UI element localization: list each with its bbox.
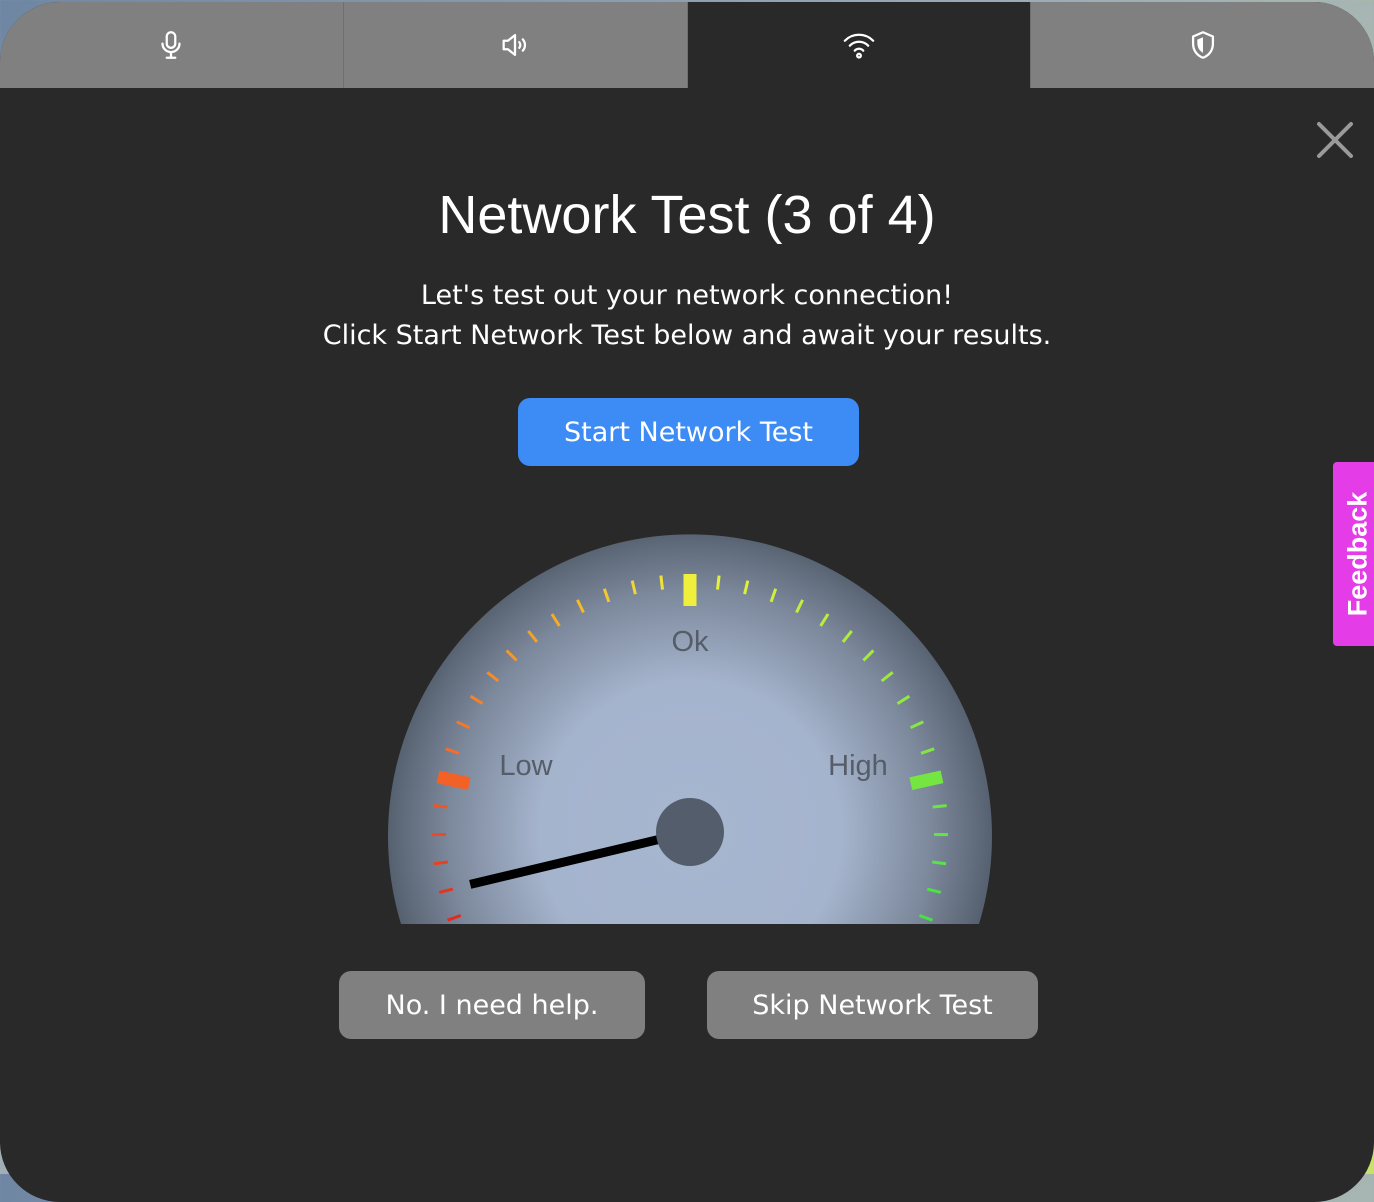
- gauge-tick: [433, 806, 447, 807]
- wifi-icon: [842, 28, 876, 62]
- gauge-label-high: High: [828, 750, 888, 782]
- feedback-label: Feedback: [1343, 492, 1374, 617]
- gauge-major-tick: [911, 777, 942, 784]
- gauge-hub: [656, 798, 724, 866]
- gauge-tick: [661, 576, 663, 590]
- dialog-title: Network Test (3 of 4): [0, 184, 1374, 246]
- speaker-icon: [498, 28, 532, 62]
- gauge-tick: [718, 576, 720, 590]
- gauge-tick: [933, 806, 947, 807]
- feedback-tab[interactable]: Feedback: [1333, 462, 1374, 646]
- gauge-tick: [932, 862, 946, 864]
- setup-steps-tabbar: [0, 2, 1374, 88]
- gauge-major-tick: [438, 777, 469, 784]
- skip-network-test-button[interactable]: Skip Network Test: [707, 971, 1038, 1039]
- start-network-test-button[interactable]: Start Network Test: [518, 398, 859, 466]
- tab-network[interactable]: [688, 2, 1032, 88]
- dialog-description-line2: Click Start Network Test below and await…: [0, 320, 1374, 351]
- shield-icon: [1186, 28, 1220, 62]
- close-icon[interactable]: [1313, 118, 1357, 162]
- tab-microphone[interactable]: [0, 2, 344, 88]
- gauge-tick: [434, 862, 448, 864]
- need-help-button[interactable]: No. I need help.: [339, 971, 645, 1039]
- dialog-description-line1: Let's test out your network connection!: [0, 280, 1374, 311]
- gauge-label-low: Low: [499, 750, 553, 782]
- network-test-modal: Network Test (3 of 4) Let's test out you…: [0, 2, 1374, 1202]
- gauge-label-ok: Ok: [671, 626, 709, 658]
- microphone-icon: [154, 28, 188, 62]
- tab-security[interactable]: [1031, 2, 1374, 88]
- network-speed-gauge: Low Ok High: [380, 522, 1000, 932]
- tab-speaker[interactable]: [344, 2, 688, 88]
